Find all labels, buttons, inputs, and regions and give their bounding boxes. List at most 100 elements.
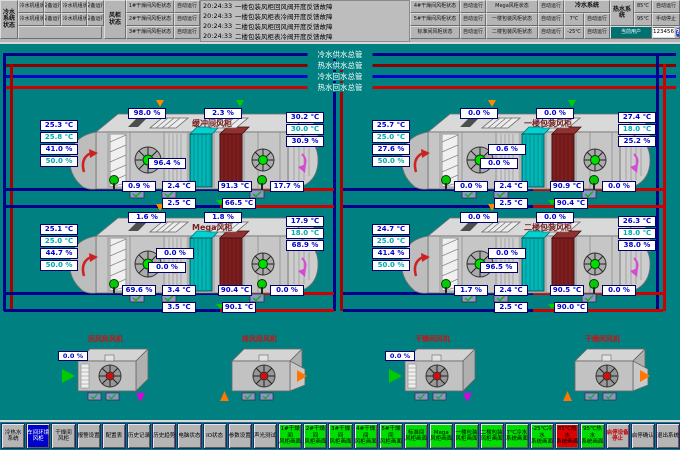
- chiller-status-status: 设备运行: [87, 13, 104, 26]
- humidity-setpoint[interactable]: 50.0 %: [372, 156, 410, 167]
- supply-air-arrow: [236, 100, 244, 107]
- toolbar-button[interactable]: 历史记录: [127, 423, 151, 449]
- supply-temp-setpoint[interactable]: 30.0 ℃: [286, 124, 324, 135]
- ahu-floor1-packing[interactable]: 一楼包装风柜 25.7 ℃ 25.0 ℃ 27.6 % 50.0 % 0.0 %…: [372, 108, 662, 208]
- alarm-list[interactable]: 20:24:33一楼包装风柜回风阀开度反馈故障20:24:33一楼包装风柜表冷阀…: [200, 0, 410, 42]
- chilled-valve-icon[interactable]: [440, 175, 452, 190]
- toolbar-button[interactable]: 历史趋势: [152, 423, 176, 449]
- heating-coil: [220, 238, 242, 291]
- fan-fan2[interactable]: 排风段风机: [212, 334, 307, 404]
- fancoil-status-status: 自动运行: [174, 13, 200, 26]
- current-user-value[interactable]: 123456: [652, 27, 675, 38]
- toolbar-button[interactable]: 报警设置: [77, 423, 101, 449]
- toolbar-button[interactable]: 参数设置: [228, 423, 252, 449]
- toolbar-button[interactable]: 1#干燥间 风柜画面: [278, 423, 302, 449]
- toolbar-button[interactable]: 配置表: [102, 423, 126, 449]
- supply-air-humidity: 25.2 %: [618, 136, 656, 147]
- system-summary-grid: 冷水系统 热水系统 85℃ 自动运行 7℃ 自动运行 95℃ 手动停止 -25℃…: [564, 0, 680, 42]
- toolbar-button[interactable]: 冷热水 系统: [1, 423, 25, 449]
- fancoil-status-label: 5#干燥间风柜状态: [410, 13, 460, 26]
- alarm-row[interactable]: 20:24:33一楼包装风柜回风阀开度反馈故障: [201, 1, 409, 11]
- toolbar-button[interactable]: 声光测试: [253, 423, 277, 449]
- temp-setpoint[interactable]: 25.0 ℃: [372, 236, 410, 247]
- toolbar-button[interactable]: 一楼包装 风柜画面: [454, 423, 478, 449]
- toolbar-button[interactable]: -25℃冷水 系统画面: [530, 423, 554, 449]
- return-air-temp: 25.7 ℃: [372, 120, 410, 131]
- humidity-setpoint[interactable]: 50.0 %: [372, 260, 410, 271]
- alarm-row[interactable]: 20:24:33二楼包装风柜表冷阀开度反馈故障: [201, 31, 409, 41]
- hot-valve-icon[interactable]: [588, 279, 600, 294]
- supply-temp-setpoint[interactable]: 18.0 ℃: [286, 228, 324, 239]
- cooling-coil: [522, 238, 544, 291]
- toolbar-button[interactable]: 退出系统: [656, 423, 680, 449]
- chilled-supply-temp: 2.4 ℃: [494, 285, 528, 296]
- alarm-row[interactable]: 20:24:33二楼包装风柜回风阀开度反馈故障: [201, 21, 409, 31]
- heating-coil: [220, 134, 242, 187]
- hot-valve-position: 0.0 %: [602, 285, 636, 296]
- toolbar-button[interactable]: 7℃冷水 系统画面: [505, 423, 529, 449]
- supply-temp-setpoint[interactable]: 18.0 ℃: [618, 124, 656, 135]
- help-icon[interactable]: ?: [676, 28, 680, 37]
- hot-valve-icon[interactable]: [256, 279, 268, 294]
- fancoil-status-status: 自动运行: [460, 26, 486, 39]
- fan-fan1[interactable]: 回风段风机 0.0: [58, 334, 153, 404]
- chilled-valve-icon[interactable]: [108, 175, 120, 190]
- temp-setpoint[interactable]: 25.0 ℃: [40, 236, 78, 247]
- chilled-supply-temp: 2.4 ℃: [162, 181, 196, 192]
- toolbar-button[interactable]: 干燥间 风柜: [51, 423, 75, 449]
- ahu-buffer-room[interactable]: 缓冲间风柜 25.3 ℃ 25.8 ℃ 41.0 % 50.0 % 98.0 %…: [40, 108, 330, 208]
- chilled-valve-icon[interactable]: [440, 279, 452, 294]
- toolbar-button[interactable]: IO状态: [203, 423, 227, 449]
- temp-setpoint[interactable]: 25.0 ℃: [372, 132, 410, 143]
- ahu-floor2-packing[interactable]: 二楼包装风柜 24.7 ℃ 25.0 ℃ 41.4 % 50.0 % 0.0 %…: [372, 212, 662, 312]
- fan-fan3[interactable]: 干燥间风机 0.0: [385, 334, 480, 404]
- humidity-setpoint[interactable]: 50.0 %: [40, 260, 78, 271]
- toolbar-button[interactable]: 电脑状态: [177, 423, 201, 449]
- fancoil-block-title: 风柜 状态: [104, 0, 126, 39]
- fancoil-status-status: 自动运行: [174, 26, 200, 39]
- heating-coil: [552, 134, 574, 187]
- temp-setpoint[interactable]: 25.8 ℃: [40, 132, 78, 143]
- damper-position: 0.0 %: [148, 262, 186, 273]
- chilled-return-temp: 2.5 ℃: [494, 302, 528, 313]
- damper-position: 0.0 %: [488, 248, 526, 259]
- alarm-timestamp: 20:24:33: [201, 22, 235, 30]
- chilled-valve-icon[interactable]: [108, 279, 120, 294]
- toolbar-button[interactable]: 启停确认: [631, 423, 655, 449]
- io-connector: [88, 393, 119, 400]
- alarm-row[interactable]: 20:24:33一楼包装风柜表冷阀开度反馈故障: [201, 11, 409, 21]
- supply-fan-icon: [584, 253, 606, 275]
- status-grid-2: 4#干燥间风柜状态自动运行5#干燥间风柜状态自动运行标准间风柜状态自动运行: [410, 0, 486, 42]
- supply-temp-setpoint[interactable]: 18.0 ℃: [618, 228, 656, 239]
- ahu-name-label: Mega风柜: [192, 222, 233, 233]
- fan-run-indicator: [591, 260, 600, 269]
- toolbar-button[interactable]: 二楼包装 风柜画面: [480, 423, 504, 449]
- ahu-mega[interactable]: Mega风柜 25.1 ℃ 25.0 ℃ 44.7 % 50.0 % 1.6 %…: [40, 212, 330, 312]
- chiller-status-label: 2#冷水机组状态: [18, 13, 44, 26]
- cooling-coil: [190, 238, 212, 291]
- toolbar-button[interactable]: Mega 风柜画面: [429, 423, 453, 449]
- chilled-temp-1: 7℃: [564, 13, 584, 26]
- chiller-status-status: 设备运行: [87, 0, 104, 13]
- toolbar-button[interactable]: 2#干燥间 风柜画面: [303, 423, 327, 449]
- supply-air-humidity: 30.9 %: [286, 136, 324, 147]
- supply-fan-icon: [252, 253, 274, 275]
- toolbar-button[interactable]: 85℃热水 系统画面: [555, 423, 579, 449]
- humidity-setpoint[interactable]: 50.0 %: [40, 156, 78, 167]
- fan-speed-feedback: 0.0 %: [385, 351, 415, 361]
- fancoil-status-status: 自动运行: [460, 13, 486, 26]
- toolbar-button[interactable]: 5#干燥间 风柜画面: [379, 423, 403, 449]
- toolbar-button[interactable]: 4#干燥间 风柜画面: [354, 423, 378, 449]
- toolbar-button[interactable]: 车间环境 风柜: [26, 423, 50, 449]
- toolbar-button[interactable]: 3#干燥间 风柜画面: [328, 423, 352, 449]
- return-air-humidity: 41.4 %: [372, 248, 410, 259]
- fan-fan4[interactable]: 干燥间风机: [555, 334, 650, 404]
- chiller-status-status: 设备运行: [44, 0, 61, 13]
- hot-valve-icon[interactable]: [588, 175, 600, 190]
- toolbar-button[interactable]: 95℃热水 系统画面: [580, 423, 604, 449]
- toolbar-button[interactable]: 启停设备 停止: [606, 423, 630, 449]
- alarm-message: 二楼包装风柜回风阀开度反馈故障: [235, 21, 409, 31]
- hot-valve-icon[interactable]: [256, 175, 268, 190]
- toolbar-button[interactable]: 标准间 风柜画面: [404, 423, 428, 449]
- fancoil-status-label: Mega风柜状态: [486, 0, 538, 13]
